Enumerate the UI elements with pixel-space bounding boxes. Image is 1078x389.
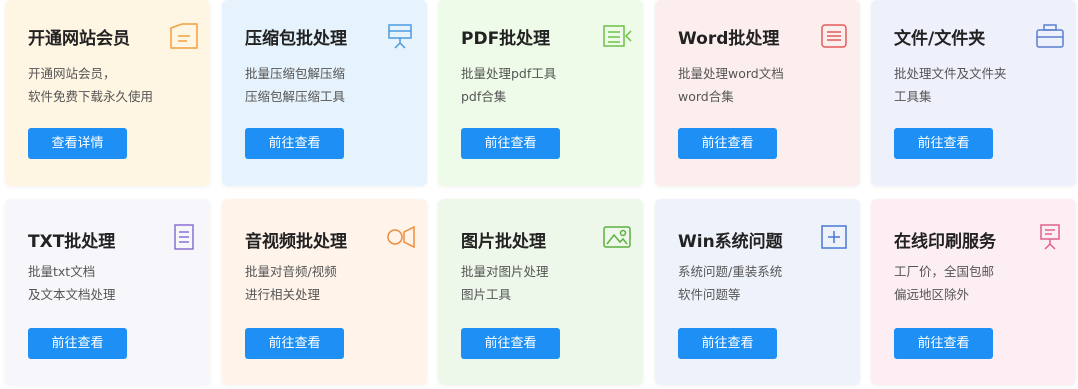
card-title: 文件/文件夹: [894, 29, 986, 49]
card-title: 图片批处理: [461, 232, 546, 252]
card-windows[interactable]: Win系统问题 系统问题/重装系统 软件问题等 前往查看: [655, 199, 860, 385]
windows-icon: [818, 223, 850, 251]
desc-line-1: 批量对图片处理: [461, 264, 549, 279]
card-description: 批处理文件及文件夹 工具集: [894, 62, 1007, 108]
txt-icon: [168, 223, 200, 251]
desc-line-2: 软件免费下载永久使用: [28, 89, 154, 104]
card-description: 批量对音频/视频 进行相关处理: [245, 260, 337, 306]
membership-icon: [168, 22, 200, 50]
card-title: Win系统问题: [678, 232, 783, 252]
card-title: 压缩包批处理: [245, 29, 347, 49]
card-title: 在线印刷服务: [894, 232, 996, 252]
card-description: 批量对图片处理 图片工具: [461, 260, 549, 306]
go-view-button[interactable]: 前往查看: [461, 328, 560, 359]
desc-line-2: 及文本文档处理: [28, 287, 116, 302]
desc-line-2: 工具集: [894, 89, 932, 104]
card-description: 批量处理pdf工具 pdf合集: [461, 62, 556, 108]
image-icon: [601, 223, 633, 251]
go-view-button[interactable]: 前往查看: [245, 328, 344, 359]
go-view-button[interactable]: 前往查看: [461, 128, 560, 159]
card-printing[interactable]: 在线印刷服务 工厂价，全国包邮 偏远地区除外 前往查看: [871, 199, 1076, 385]
compress-icon: [385, 22, 417, 50]
card-description: 批量txt文档 及文本文档处理: [28, 260, 116, 306]
card-description: 批量处理word文档 word合集: [678, 62, 784, 108]
service-card-grid: 开通网站会员 开通网站会员， 软件免费下载永久使用 查看详情 压缩包批处理 批量…: [0, 0, 1078, 389]
card-word[interactable]: Word批处理 批量处理word文档 word合集 前往查看: [655, 0, 860, 186]
card-description: 工厂价，全国包邮 偏远地区除外: [894, 260, 994, 306]
card-title: 开通网站会员: [28, 29, 130, 49]
card-compress[interactable]: 压缩包批处理 批量压缩包解压缩 压缩包解压缩工具 前往查看: [222, 0, 427, 186]
card-txt[interactable]: TXT批处理 批量txt文档 及文本文档处理 前往查看: [5, 199, 210, 385]
video-icon: [385, 223, 417, 251]
desc-line-1: 批量对音频/视频: [245, 264, 337, 279]
go-view-button[interactable]: 前往查看: [894, 128, 993, 159]
desc-line-2: 软件问题等: [678, 287, 741, 302]
card-membership[interactable]: 开通网站会员 开通网站会员， 软件免费下载永久使用 查看详情: [5, 0, 210, 186]
word-icon: [818, 22, 850, 50]
desc-line-1: 批量处理word文档: [678, 66, 784, 81]
desc-line-2: 图片工具: [461, 287, 512, 302]
card-folder[interactable]: 文件/文件夹 批处理文件及文件夹 工具集 前往查看: [871, 0, 1076, 186]
card-title: Word批处理: [678, 29, 780, 49]
desc-line-1: 批量压缩包解压缩: [245, 66, 346, 81]
card-pdf[interactable]: PDF批处理 批量处理pdf工具 pdf合集 前往查看: [438, 0, 643, 186]
desc-line-1: 批量txt文档: [28, 264, 96, 279]
go-view-button[interactable]: 前往查看: [678, 328, 777, 359]
go-view-button[interactable]: 前往查看: [245, 128, 344, 159]
view-details-button[interactable]: 查看详情: [28, 128, 127, 159]
pdf-icon: [601, 22, 633, 50]
card-description: 批量压缩包解压缩 压缩包解压缩工具: [245, 62, 345, 108]
desc-line-1: 批量处理pdf工具: [461, 66, 557, 81]
desc-line-2: 压缩包解压缩工具: [245, 89, 346, 104]
go-view-button[interactable]: 前往查看: [28, 328, 127, 359]
card-title: TXT批处理: [28, 232, 116, 252]
card-title: 音视频批处理: [245, 232, 347, 252]
card-image[interactable]: 图片批处理 批量对图片处理 图片工具 前往查看: [438, 199, 643, 385]
card-description: 系统问题/重装系统 软件问题等: [678, 260, 782, 306]
go-view-button[interactable]: 前往查看: [678, 128, 777, 159]
folder-icon: [1034, 22, 1066, 50]
desc-line-2: word合集: [678, 89, 734, 104]
desc-line-2: 进行相关处理: [245, 287, 321, 302]
go-view-button[interactable]: 前往查看: [894, 328, 993, 359]
card-audio-video[interactable]: 音视频批处理 批量对音频/视频 进行相关处理 前往查看: [222, 199, 427, 385]
card-description: 开通网站会员， 软件免费下载永久使用: [28, 62, 153, 108]
desc-line-1: 工厂价，全国包邮: [894, 264, 995, 279]
desc-line-2: 偏远地区除外: [894, 287, 970, 302]
print-icon: [1034, 223, 1066, 251]
desc-line-1: 开通网站会员，: [28, 66, 116, 81]
desc-line-2: pdf合集: [461, 89, 507, 104]
card-title: PDF批处理: [461, 29, 551, 49]
desc-line-1: 批处理文件及文件夹: [894, 66, 1007, 81]
desc-line-1: 系统问题/重装系统: [678, 264, 783, 279]
